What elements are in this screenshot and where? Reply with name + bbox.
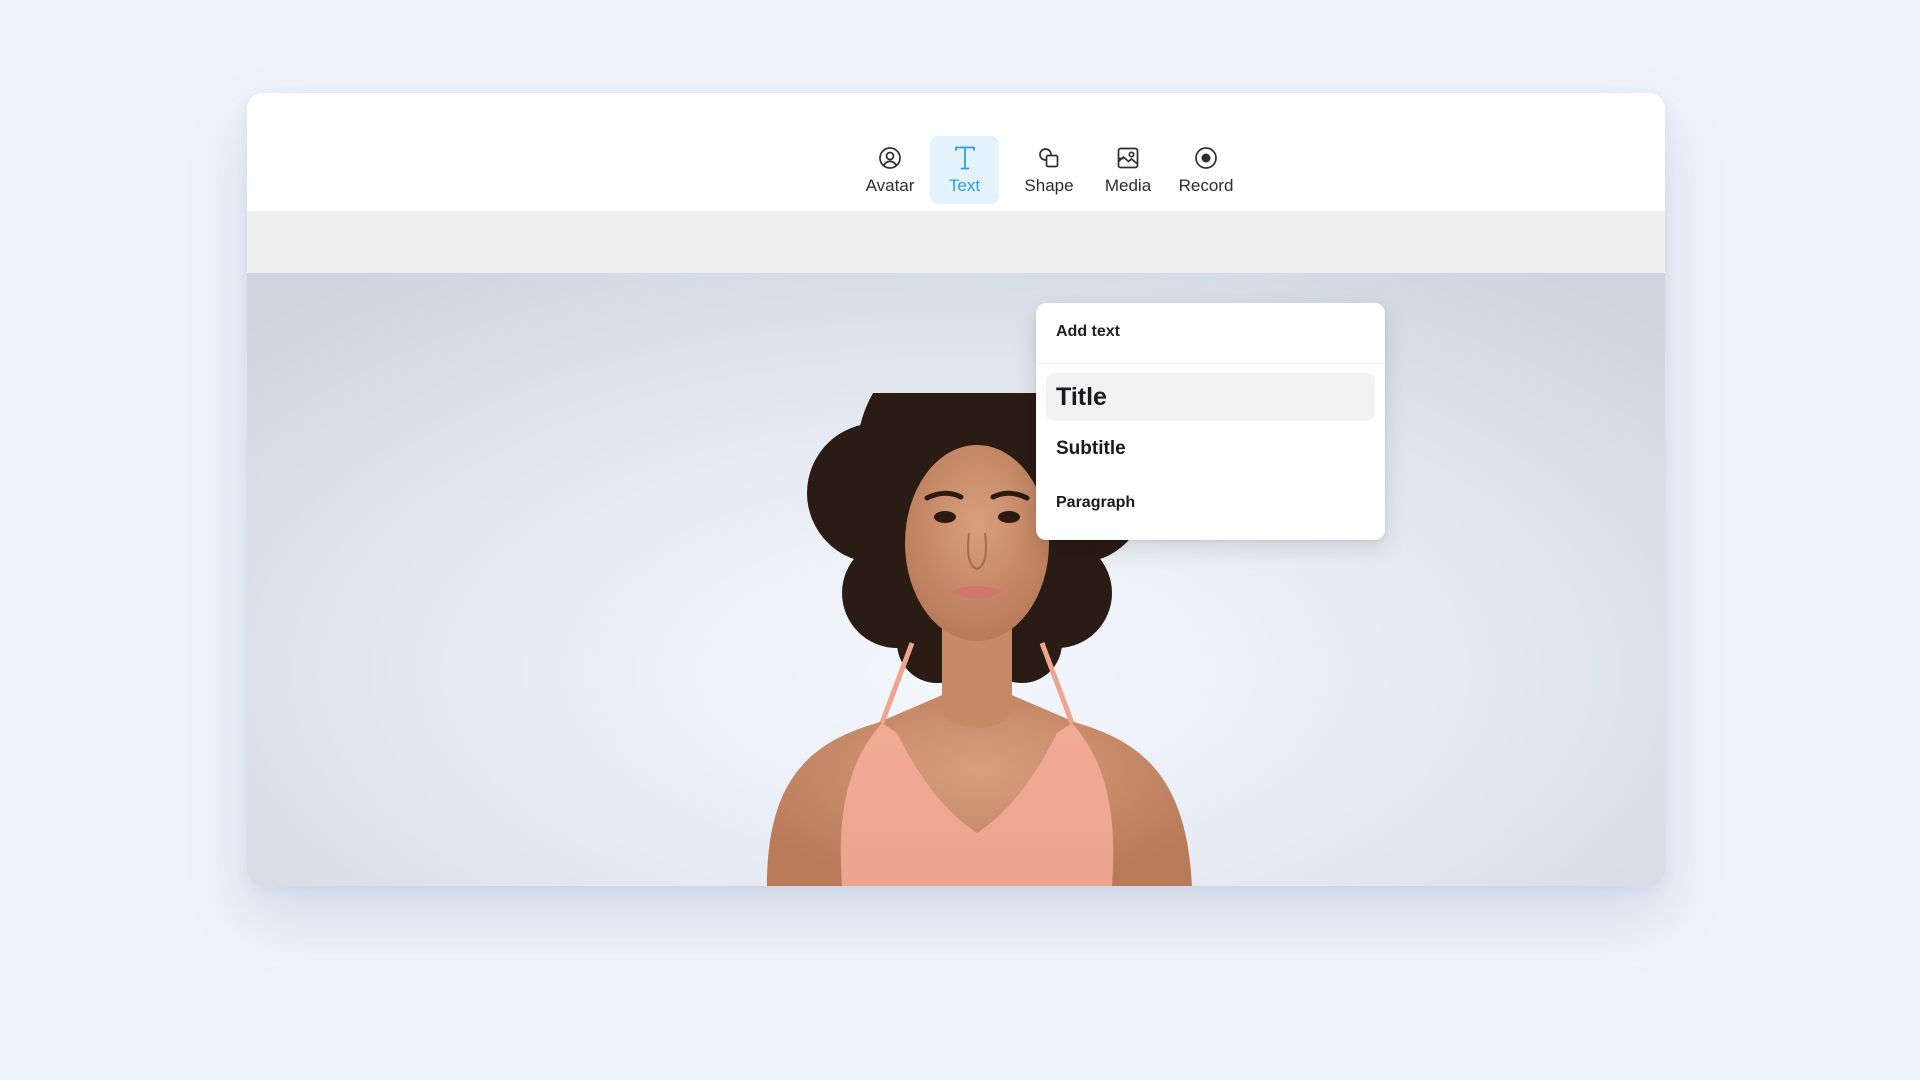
text-tool-button[interactable]: Text (930, 136, 999, 204)
shape-tool-button[interactable]: Shape (1013, 136, 1085, 204)
shape-icon (1035, 144, 1063, 172)
avatar-icon (876, 144, 904, 172)
record-tool-button[interactable]: Record (1169, 136, 1243, 204)
add-paragraph-option[interactable]: Paragraph (1046, 481, 1375, 525)
avatar-tool-label: Avatar (865, 176, 915, 195)
shape-tool-label: Shape (1024, 176, 1074, 195)
add-subtitle-option[interactable]: Subtitle (1046, 427, 1375, 471)
avatar-tool-button[interactable]: Avatar (855, 136, 925, 204)
media-icon (1114, 144, 1142, 172)
add-text-dropdown: Add text Title Subtitle Paragraph (1036, 303, 1385, 540)
element-toolbar: Avatar Text Shape Media Record (247, 93, 1665, 211)
add-title-option[interactable]: Title (1046, 373, 1375, 421)
secondary-toolbar (247, 211, 1665, 273)
media-tool-button[interactable]: Media (1095, 136, 1161, 204)
video-canvas[interactable] (247, 273, 1665, 886)
record-tool-label: Record (1178, 176, 1234, 195)
media-tool-label: Media (1104, 176, 1152, 195)
dropdown-divider (1036, 363, 1385, 364)
text-tool-label: Text (948, 176, 981, 195)
dropdown-header: Add text (1056, 323, 1120, 340)
record-icon (1192, 144, 1220, 172)
editor-window: Avatar Text Shape Media Record Add text … (247, 93, 1665, 886)
text-icon (951, 144, 979, 172)
